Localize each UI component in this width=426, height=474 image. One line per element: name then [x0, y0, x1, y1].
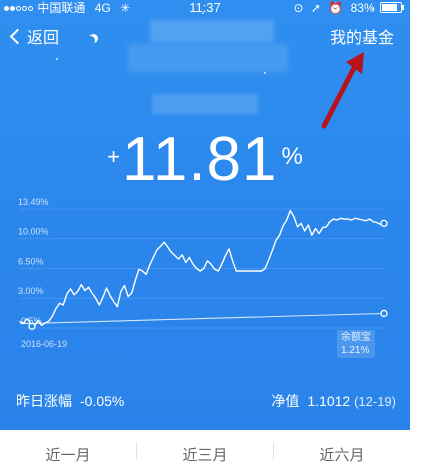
y-tick-label: 13.49% — [18, 197, 49, 207]
return-unit: % — [281, 143, 303, 170]
my-fund-link[interactable]: 我的基金 — [330, 28, 394, 50]
status-bar: 中国联通 4G ✳ 11:37 ⊙ ➚ ⏰ 83% — [0, 0, 410, 16]
net-value-number: 1.1012 — [307, 393, 351, 409]
blurred-fund-tag — [152, 94, 258, 114]
fund-end-point — [380, 219, 388, 228]
star-icon — [264, 72, 266, 74]
location-icon: ➚ — [310, 1, 321, 15]
total-return: +11.81% — [0, 124, 410, 195]
benchmark-label: 余额宝 1.21% — [337, 330, 375, 358]
yesterday-change: 昨日涨幅 -0.05% — [16, 388, 124, 414]
star-icon — [372, 8, 374, 10]
y-tick-label: 3.00% — [18, 286, 44, 296]
y-tick-label: 6.50% — [18, 256, 44, 266]
benchmark-line — [19, 312, 385, 325]
fund-stats: 昨日涨幅 -0.05% 净值 1.1012 (12-19) — [0, 388, 410, 414]
alarm-icon: ⏰ — [328, 1, 344, 15]
y-tick-label: 10.00% — [18, 227, 49, 237]
moon-icon — [86, 36, 95, 45]
page-margin — [410, 0, 426, 456]
period-tabs: 近一月 近三月 近六月 — [0, 438, 410, 464]
star-icon — [56, 58, 58, 60]
status-right: ⊙ ➚ ⏰ 83% — [293, 0, 404, 16]
start-point — [28, 322, 36, 330]
blurred-fund-code — [128, 44, 288, 72]
yesterday-change-value: -0.05% — [80, 393, 125, 409]
return-sign: + — [107, 144, 120, 169]
tab-six-months[interactable]: 近六月 — [274, 438, 410, 474]
back-button[interactable]: 返回 — [9, 28, 60, 50]
x-start-label: 2016-06-19 — [21, 339, 67, 349]
orientation-lock-icon: ⊙ — [293, 1, 304, 15]
tab-one-month[interactable]: 近一月 — [0, 438, 136, 474]
net-value-label: 净值 — [271, 393, 300, 409]
yesterday-change-label: 昨日涨幅 — [16, 393, 72, 409]
net-value: 净值 1.1012 (12-19) — [271, 388, 396, 415]
tab-three-months[interactable]: 近三月 — [137, 438, 273, 474]
benchmark-value: 1.21% — [341, 345, 370, 356]
blurred-fund-name — [150, 20, 274, 42]
chevron-left-icon — [9, 28, 26, 45]
star-icon — [202, 12, 204, 14]
return-value: 11.81 — [121, 125, 278, 194]
back-label: 返回 — [27, 30, 60, 47]
battery-icon — [380, 2, 404, 13]
benchmark-end-point — [380, 309, 388, 318]
annotation-arrow — [321, 52, 364, 129]
net-value-date: (12-19) — [354, 394, 396, 409]
fund-detail-screen: 中国联通 4G ✳ 11:37 ⊙ ➚ ⏰ 83% 返回 我的基金 +11.81… — [0, 0, 410, 430]
benchmark-name: 余额宝 — [341, 332, 371, 343]
